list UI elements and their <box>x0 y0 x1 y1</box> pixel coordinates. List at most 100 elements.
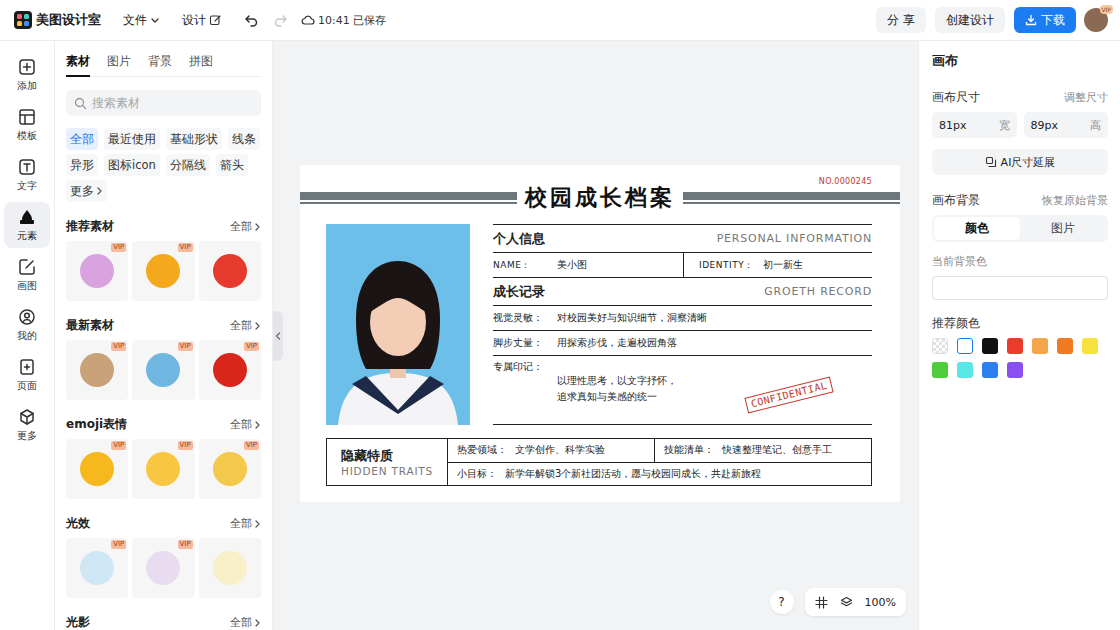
size-value: 81px <box>939 119 967 132</box>
asset-thumbnail[interactable]: VIP <box>132 538 194 598</box>
mode-option[interactable]: 颜色 <box>934 217 1020 240</box>
restore-link[interactable]: 恢复原始背景 <box>1042 194 1108 207</box>
document-title: 校园成长档案 <box>517 185 683 211</box>
asset-thumbnail[interactable] <box>199 241 261 301</box>
share-button[interactable]: 分 享 <box>876 7 926 33</box>
recommended-label: 推荐颜色 <box>932 316 980 330</box>
user-avatar[interactable]: VIP <box>1084 8 1108 32</box>
asset-thumbnail[interactable]: VIP <box>66 241 128 301</box>
design-document[interactable]: NO.0000245校园成长档案个人信息PERSONAL INFORMATION… <box>300 165 900 502</box>
asset-thumbnail[interactable]: VIP <box>66 340 128 400</box>
size-value: 89px <box>1031 119 1059 132</box>
color-swatch[interactable] <box>1007 338 1023 354</box>
rail-item[interactable]: 页面 <box>4 352 50 398</box>
layers-icon[interactable] <box>840 596 853 609</box>
asset-thumbnail[interactable]: VIP <box>132 340 194 400</box>
section-header: 成长记录GROETH RECORD <box>493 278 872 306</box>
collapse-handle[interactable] <box>273 311 283 361</box>
undo-icon[interactable] <box>243 12 259 28</box>
resize-link[interactable]: 调整尺寸 <box>1064 91 1108 104</box>
color-swatch[interactable] <box>957 362 973 378</box>
asset-preview <box>80 254 114 288</box>
asset-thumbnail[interactable]: VIP <box>199 340 261 400</box>
see-all-link[interactable]: 全部 <box>230 516 261 531</box>
filter-chip[interactable]: 图标icon <box>104 154 160 176</box>
color-swatch[interactable] <box>932 362 948 378</box>
asset-thumbnail[interactable]: VIP <box>132 439 194 499</box>
rail-item[interactable]: 元素 <box>4 202 50 248</box>
create-design-button[interactable]: 创建设计 <box>935 7 1005 33</box>
see-all-link[interactable]: 全部 <box>230 219 261 234</box>
color-swatch[interactable] <box>1057 338 1073 354</box>
section-title: 光效 <box>66 515 90 532</box>
rail-item[interactable]: 更多 <box>4 402 50 448</box>
color-swatch[interactable] <box>1082 338 1098 354</box>
color-swatch[interactable] <box>982 338 998 354</box>
download-button[interactable]: 下载 <box>1014 7 1076 33</box>
save-status: 10:41 已保存 <box>301 13 386 28</box>
rail-item[interactable]: 模板 <box>4 102 50 148</box>
see-all-label: 全部 <box>230 417 252 432</box>
search-input[interactable] <box>92 96 253 110</box>
color-swatch[interactable] <box>957 338 973 354</box>
rail-item[interactable]: 添加 <box>4 52 50 98</box>
filter-chip[interactable]: 异形 <box>66 154 98 176</box>
see-all-link[interactable]: 全部 <box>230 417 261 432</box>
see-all-link[interactable]: 全部 <box>230 615 261 630</box>
color-swatch[interactable] <box>982 362 998 378</box>
trait-value: 文学创作、科学实验 <box>515 443 605 457</box>
filter-chip[interactable]: 分隔线 <box>166 154 210 176</box>
asset-preview <box>213 551 247 585</box>
mode-option[interactable]: 图片 <box>1020 217 1106 240</box>
zoom-controls: 100% <box>805 588 906 616</box>
rail-item[interactable]: 文字 <box>4 152 50 198</box>
asset-thumbnail[interactable]: VIP <box>66 439 128 499</box>
chip-label: 更多 <box>70 183 94 199</box>
size-field[interactable]: 81px宽 <box>932 112 1017 138</box>
panel-tab[interactable]: 素材 <box>66 51 90 77</box>
asset-panel: 素材图片背景拼图全部最近使用基础形状线条异形图标icon分隔线箭头更多推荐素材全… <box>55 41 273 630</box>
current-color-field[interactable] <box>932 276 1108 300</box>
filter-chip[interactable]: 箭头 <box>216 154 248 176</box>
text-icon <box>18 158 36 176</box>
filter-chip[interactable]: 线条 <box>228 128 260 150</box>
chevron-right-icon <box>95 186 103 196</box>
section-title: 最新素材 <box>66 317 114 334</box>
filter-chip[interactable]: 全部 <box>66 128 98 150</box>
filter-chip[interactable]: 最近使用 <box>104 128 160 150</box>
menu-edit[interactable]: 设计 <box>182 12 221 29</box>
redo-icon[interactable] <box>273 12 289 28</box>
ai-extend-button[interactable]: AI尺寸延展 <box>932 149 1108 175</box>
see-all-link[interactable]: 全部 <box>230 318 261 333</box>
asset-thumbnail[interactable]: VIP <box>199 439 261 499</box>
panel-tab[interactable]: 图片 <box>107 51 131 77</box>
filter-chip[interactable]: 更多 <box>66 180 107 202</box>
color-swatch[interactable] <box>1032 338 1048 354</box>
color-swatch[interactable] <box>932 338 948 354</box>
record-label: 视觉灵敏： <box>493 312 557 325</box>
help-button[interactable]: ? <box>770 590 794 614</box>
asset-preview <box>146 254 180 288</box>
record-text: 以理性思考，以文字抒怀， <box>557 373 677 389</box>
ai-resize-icon <box>985 156 997 168</box>
panel-tab[interactable]: 背景 <box>148 51 172 77</box>
asset-thumbnail[interactable]: VIP <box>66 538 128 598</box>
panel-tab[interactable]: 拼图 <box>189 51 213 77</box>
app-logo[interactable]: 美图设计室 <box>14 11 101 29</box>
filter-chip[interactable]: 基础形状 <box>166 128 222 150</box>
rail-item[interactable]: 我的 <box>4 302 50 348</box>
tab-label: 素材 <box>66 54 90 68</box>
help-label: ? <box>778 595 784 609</box>
color-swatch[interactable] <box>1007 362 1023 378</box>
asset-thumbnail[interactable] <box>199 538 261 598</box>
zoom-level[interactable]: 100% <box>865 596 896 609</box>
size-field[interactable]: 89px高 <box>1024 112 1109 138</box>
rail-item[interactable]: 画图 <box>4 252 50 298</box>
save-time: 10:41 已保存 <box>318 13 386 28</box>
grid-icon[interactable] <box>815 596 828 609</box>
record-label: 专属印记： <box>493 361 557 374</box>
top-bar: 美图设计室 文件 设计 10:41 已保存 分 享创建设计下载 VIP <box>0 0 1120 41</box>
asset-preview <box>80 551 114 585</box>
menu-dropdown[interactable]: 文件 <box>123 12 160 29</box>
asset-thumbnail[interactable]: VIP <box>132 241 194 301</box>
